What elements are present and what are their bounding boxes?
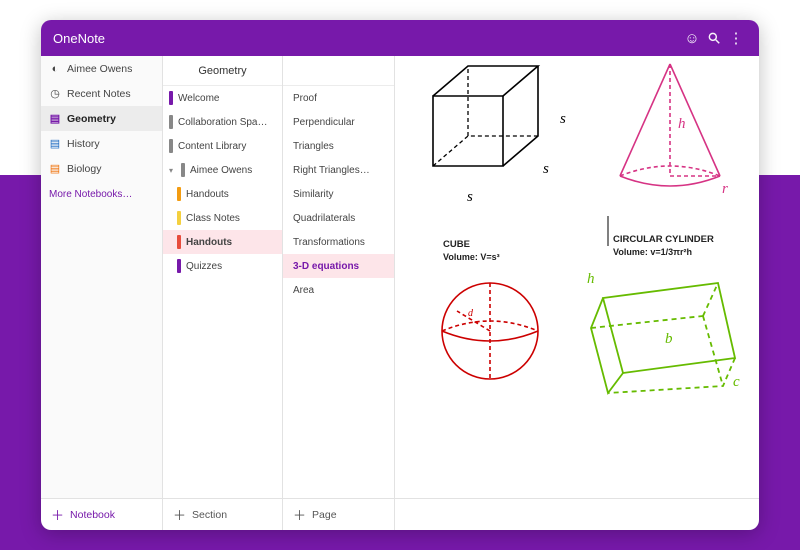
page-item[interactable]: Proof [283, 86, 394, 110]
pointer-line [603, 216, 613, 246]
sections-column: Geometry WelcomeCollaboration Spa…Conten… [163, 56, 283, 498]
cube-caption: CUBE Volume: V=s³ [443, 239, 500, 262]
search-icon[interactable] [703, 27, 725, 49]
notebook-nav: ◐ Aimee Owens ◷ Recent Notes ▤ Geometry … [41, 56, 163, 498]
user-row[interactable]: ◐ Aimee Owens [41, 56, 162, 81]
section-item[interactable]: Collaboration Spa… [163, 110, 282, 134]
cone-label-r: r [722, 181, 728, 198]
more-icon[interactable]: ⋮ [725, 27, 747, 49]
page-item[interactable]: Perpendicular [283, 110, 394, 134]
section-color-tab [177, 235, 181, 249]
section-color-tab [169, 139, 173, 153]
page-item[interactable]: Quadrilaterals [283, 206, 394, 230]
recent-notes[interactable]: ◷ Recent Notes [41, 81, 162, 106]
notebook-icon: ▤ [49, 113, 61, 125]
globe-icon: ◐ [49, 63, 61, 75]
add-page-button[interactable]: ＋ Page [283, 499, 395, 530]
app-window: OneNote ☺ ⋮ ◐ Aimee Owens ◷ Recent Notes… [41, 20, 759, 530]
cone-label-h: h [678, 116, 686, 133]
box-label-b: b [665, 331, 673, 348]
section-item[interactable]: Content Library [163, 134, 282, 158]
notebook-geometry[interactable]: ▤ Geometry [41, 106, 162, 131]
section-item[interactable]: Handouts [163, 230, 282, 254]
page-item[interactable]: Area [283, 278, 394, 302]
section-color-tab [177, 259, 181, 273]
section-color-tab [177, 187, 181, 201]
section-color-tab [177, 211, 181, 225]
pages-column: ProofPerpendicularTrianglesRight Triangl… [283, 56, 395, 498]
page-item[interactable]: Similarity [283, 182, 394, 206]
cube-label-s: s [467, 189, 473, 206]
section-color-tab [169, 91, 173, 105]
page-item[interactable]: Right Triangles… [283, 158, 394, 182]
more-notebooks-link[interactable]: More Notebooks… [41, 181, 162, 208]
notebook-icon: ▤ [49, 163, 61, 175]
clock-icon: ◷ [49, 88, 61, 100]
plus-icon: ＋ [51, 505, 64, 524]
sphere-label-d: d [468, 308, 473, 319]
smiley-icon[interactable]: ☺ [681, 27, 703, 49]
add-section-button[interactable]: ＋ Section [163, 499, 283, 530]
section-color-tab [181, 163, 185, 177]
cylinder-caption: CIRCULAR CYLINDER Volume: v=1/3πr²h [613, 234, 714, 257]
page-item[interactable]: Triangles [283, 134, 394, 158]
main-area: ◐ Aimee Owens ◷ Recent Notes ▤ Geometry … [41, 56, 759, 498]
box-label-h: h [587, 271, 595, 288]
plus-icon: ＋ [293, 505, 306, 524]
section-item[interactable]: ▾Aimee Owens [163, 158, 282, 182]
box-label-c: c [733, 374, 740, 391]
note-canvas[interactable]: s s s CUBE Volume: V=s³ [395, 56, 759, 498]
app-title: OneNote [53, 31, 105, 46]
plus-icon: ＋ [173, 505, 186, 524]
notebook-history[interactable]: ▤ History [41, 131, 162, 156]
section-item[interactable]: Quizzes [163, 254, 282, 278]
cube-figure [413, 56, 563, 206]
user-name: Aimee Owens [67, 63, 132, 75]
cone-figure [600, 56, 740, 206]
recent-label: Recent Notes [67, 88, 131, 100]
sections-header: Geometry [163, 56, 282, 86]
notebook-icon: ▤ [49, 138, 61, 150]
cube-label-s: s [543, 161, 549, 178]
page-item[interactable]: Transformations [283, 230, 394, 254]
titlebar: OneNote ☺ ⋮ [41, 20, 759, 56]
section-item[interactable]: Class Notes [163, 206, 282, 230]
cube-label-s: s [560, 111, 566, 128]
footer: ＋ Notebook ＋ Section ＋ Page [41, 498, 759, 530]
sphere-figure [425, 271, 555, 401]
notebook-biology[interactable]: ▤ Biology [41, 156, 162, 181]
add-notebook-button[interactable]: ＋ Notebook [41, 499, 163, 530]
page-item[interactable]: 3-D equations [283, 254, 394, 278]
section-color-tab [169, 115, 173, 129]
section-item[interactable]: Handouts [163, 182, 282, 206]
pages-header [283, 56, 394, 86]
section-item[interactable]: Welcome [163, 86, 282, 110]
